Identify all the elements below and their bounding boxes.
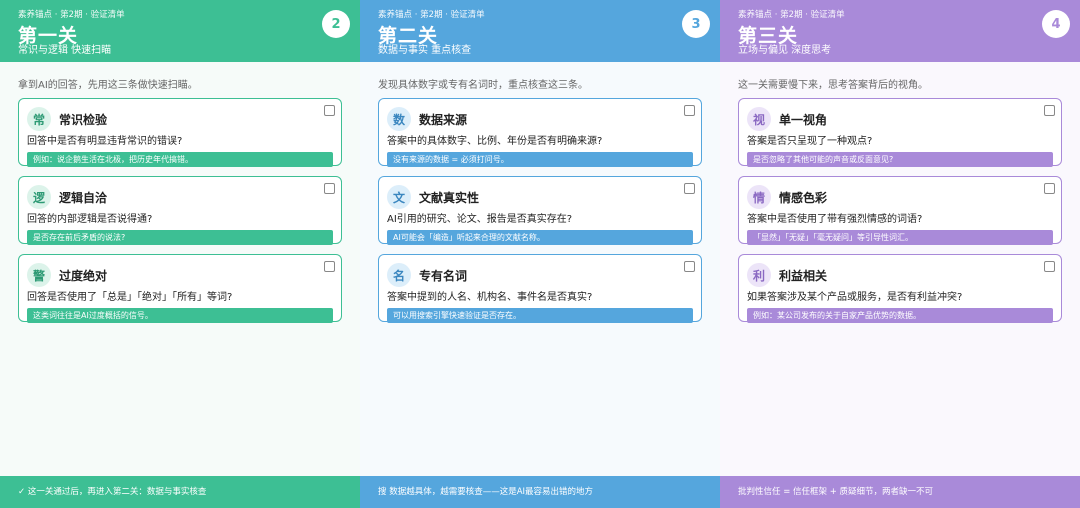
card-note: 例如：某公司发布的关于自家产品优势的数据。 xyxy=(747,308,1053,323)
card-question: 回答中是否有明显违背常识的错误? xyxy=(27,136,183,147)
card-checkbox[interactable] xyxy=(324,105,335,116)
card-checkbox[interactable] xyxy=(684,261,695,272)
card-checkbox[interactable] xyxy=(1044,261,1055,272)
card-question: 答案中是否使用了带有强烈情感的词语? xyxy=(747,214,923,225)
panel-footer: 批判性信任 = 信任框架 + 质疑细节，两者缺一不可 xyxy=(720,476,1080,508)
card-title: 常识检验 xyxy=(59,112,108,127)
card-heading: 情 情感色彩 xyxy=(747,183,1053,211)
panel-footer: ✓ 这一关通过后，再进入第二关：数据与事实核查 xyxy=(0,476,360,508)
breadcrumb: 素养锚点 · 第2期 · 验证清单 xyxy=(18,10,125,20)
check-card-logic: 逻 逻辑自洽 回答的内部逻辑是否说得通? 是否存在前后矛盾的说法? xyxy=(18,176,342,245)
card-heading: 文 文献真实性 xyxy=(387,183,693,211)
panel-subtitle: 立场与偏见 深度思考 xyxy=(738,45,832,56)
name-icon: 名 xyxy=(387,263,411,287)
panel-level-3: 素养锚点 · 第2期 · 验证清单 第三关 立场与偏见 深度思考 4 这一关需要… xyxy=(720,0,1080,508)
card-checkbox[interactable] xyxy=(1044,105,1055,116)
card-note: 例如：说企鹅生活在北极，把历史年代搞错。 xyxy=(27,152,333,167)
card-list: 视 单一视角 答案是否只呈现了一种观点? 是否忽略了其他可能的声音或反面意见? … xyxy=(720,98,1080,323)
emotion-icon: 情 xyxy=(747,185,771,209)
check-card-literature: 文 文献真实性 AI引用的研究、论文、报告是否真实存在? AI可能会「编造」听起… xyxy=(378,176,702,245)
data-icon: 数 xyxy=(387,107,411,131)
card-note: 可以用搜索引擎快速验证是否存在。 xyxy=(387,308,693,323)
panel-subtitle: 常识与逻辑 快速扫瞄 xyxy=(18,45,112,56)
card-checkbox[interactable] xyxy=(324,261,335,272)
panel-title: 第三关 xyxy=(738,25,799,47)
card-title: 专有名词 xyxy=(419,268,468,283)
card-question: 回答是否使用了「总是」「绝对」「所有」等词? xyxy=(27,292,233,303)
card-list: 数 数据来源 答案中的具体数字、比例、年份是否有明确来源? 没有来源的数据 = … xyxy=(360,98,720,323)
card-question: AI引用的研究、论文、报告是否真实存在? xyxy=(387,214,573,225)
card-note: 「显然」「无疑」「毫无疑问」等引导性词汇。 xyxy=(747,230,1053,245)
card-note: 是否存在前后矛盾的说法? xyxy=(27,230,333,245)
card-checkbox[interactable] xyxy=(684,183,695,194)
card-checkbox[interactable] xyxy=(1044,183,1055,194)
document-icon: 文 xyxy=(387,185,411,209)
check-card-proper-nouns: 名 专有名词 答案中提到的人名、机构名、事件名是否真实? 可以用搜索引擎快速验证… xyxy=(378,254,702,323)
panel-header: 素养锚点 · 第2期 · 验证清单 第一关 常识与逻辑 快速扫瞄 2 xyxy=(0,0,360,62)
panel-footer: 搜 数据越具体，越需要核查——这是AI最容易出错的地方 xyxy=(360,476,720,508)
card-title: 数据来源 xyxy=(419,112,468,127)
panel-intro: 发现具体数字或专有名词时，重点核查这三条。 xyxy=(378,80,588,91)
logic-icon: 逻 xyxy=(27,185,51,209)
step-number-badge: 2 xyxy=(322,10,350,38)
card-heading: 视 单一视角 xyxy=(747,105,1053,133)
card-checkbox[interactable] xyxy=(324,183,335,194)
check-card-absolute: 警 过度绝对 回答是否使用了「总是」「绝对」「所有」等词? 这类词往往是AI过度… xyxy=(18,254,342,323)
check-card-interest: 利 利益相关 如果答案涉及某个产品或服务，是否有利益冲突? 例如：某公司发布的关… xyxy=(738,254,1062,323)
common-sense-icon: 常 xyxy=(27,107,51,131)
check-card-single-view: 视 单一视角 答案是否只呈现了一种观点? 是否忽略了其他可能的声音或反面意见? xyxy=(738,98,1062,167)
warning-icon: 警 xyxy=(27,263,51,287)
card-heading: 数 数据来源 xyxy=(387,105,693,133)
card-heading: 名 专有名词 xyxy=(387,261,693,289)
view-icon: 视 xyxy=(747,107,771,131)
card-note: AI可能会「编造」听起来合理的文献名称。 xyxy=(387,230,693,245)
panel-level-2: 素养锚点 · 第2期 · 验证清单 第二关 数据与事实 重点核查 3 发现具体数… xyxy=(360,0,720,508)
card-title: 过度绝对 xyxy=(59,268,108,283)
card-question: 答案是否只呈现了一种观点? xyxy=(747,136,873,147)
card-title: 单一视角 xyxy=(779,112,828,127)
card-heading: 常 常识检验 xyxy=(27,105,333,133)
card-note: 没有来源的数据 = 必须打问号。 xyxy=(387,152,693,167)
step-number-badge: 4 xyxy=(1042,10,1070,38)
card-title: 情感色彩 xyxy=(779,190,828,205)
card-title: 文献真实性 xyxy=(419,190,480,205)
panel-title: 第一关 xyxy=(18,25,79,47)
panel-intro: 这一关需要慢下来，思考答案背后的视角。 xyxy=(738,80,928,91)
check-card-data-source: 数 数据来源 答案中的具体数字、比例、年份是否有明确来源? 没有来源的数据 = … xyxy=(378,98,702,167)
panel-subtitle: 数据与事实 重点核查 xyxy=(378,45,472,56)
interest-icon: 利 xyxy=(747,263,771,287)
breadcrumb: 素养锚点 · 第2期 · 验证清单 xyxy=(738,10,845,20)
card-note: 是否忽略了其他可能的声音或反面意见? xyxy=(747,152,1053,167)
card-title: 利益相关 xyxy=(779,268,828,283)
card-question: 回答的内部逻辑是否说得通? xyxy=(27,214,153,225)
card-heading: 警 过度绝对 xyxy=(27,261,333,289)
panel-intro: 拿到AI的回答，先用这三条做快速扫瞄。 xyxy=(18,80,198,91)
panel-header: 素养锚点 · 第2期 · 验证清单 第二关 数据与事实 重点核查 3 xyxy=(360,0,720,62)
card-list: 常 常识检验 回答中是否有明显违背常识的错误? 例如：说企鹅生活在北极，把历史年… xyxy=(0,98,360,323)
card-heading: 逻 逻辑自洽 xyxy=(27,183,333,211)
check-card-common-sense: 常 常识检验 回答中是否有明显违背常识的错误? 例如：说企鹅生活在北极，把历史年… xyxy=(18,98,342,167)
breadcrumb: 素养锚点 · 第2期 · 验证清单 xyxy=(378,10,485,20)
card-question: 如果答案涉及某个产品或服务，是否有利益冲突? xyxy=(747,292,963,303)
card-heading: 利 利益相关 xyxy=(747,261,1053,289)
panel-level-1: 素养锚点 · 第2期 · 验证清单 第一关 常识与逻辑 快速扫瞄 2 拿到AI的… xyxy=(0,0,360,508)
step-number-badge: 3 xyxy=(682,10,710,38)
checklist-board: 素养锚点 · 第2期 · 验证清单 第一关 常识与逻辑 快速扫瞄 2 拿到AI的… xyxy=(0,0,1080,508)
panel-title: 第二关 xyxy=(378,25,439,47)
panel-header: 素养锚点 · 第2期 · 验证清单 第三关 立场与偏见 深度思考 4 xyxy=(720,0,1080,62)
card-checkbox[interactable] xyxy=(684,105,695,116)
check-card-emotion: 情 情感色彩 答案中是否使用了带有强烈情感的词语? 「显然」「无疑」「毫无疑问」… xyxy=(738,176,1062,245)
card-title: 逻辑自洽 xyxy=(59,190,108,205)
card-note: 这类词往往是AI过度概括的信号。 xyxy=(27,308,333,323)
card-question: 答案中的具体数字、比例、年份是否有明确来源? xyxy=(387,136,603,147)
card-question: 答案中提到的人名、机构名、事件名是否真实? xyxy=(387,292,593,303)
